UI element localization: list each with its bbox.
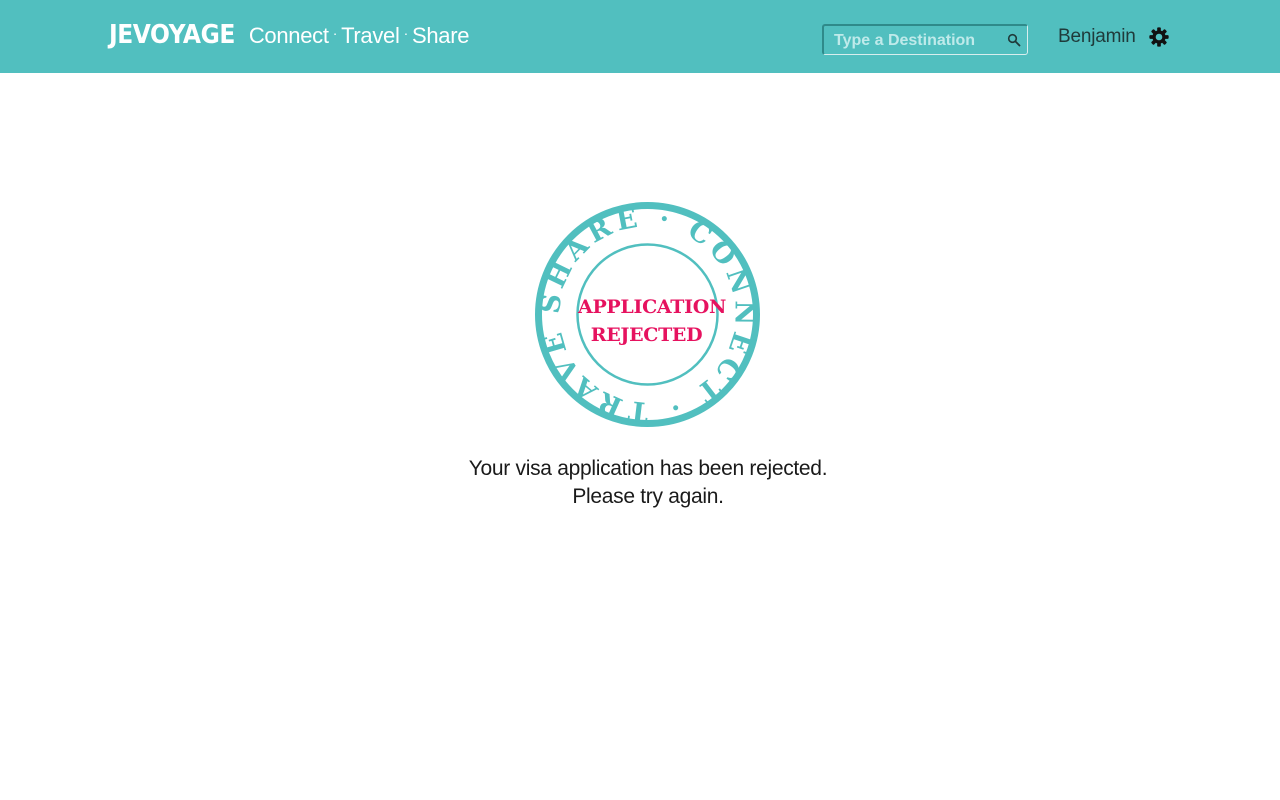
destination-search (822, 24, 1028, 55)
tagline-travel: Travel (341, 23, 400, 48)
destination-search-input[interactable] (834, 29, 1004, 53)
user-name[interactable]: Benjamin (1058, 26, 1136, 48)
stamp-label-line2: REJECTED (590, 324, 703, 346)
stamp-label-line1: APPLICATION (578, 296, 727, 318)
tagline-share: Share (411, 23, 470, 48)
tagline-connect: Connect (248, 23, 329, 48)
brand-tagline: Connect · Travel · Share (248, 23, 470, 49)
brand-logo[interactable]: JEVOYAGE (109, 20, 235, 50)
tagline-separator: · (332, 25, 338, 41)
rejection-message: Your visa application has been rejected.… (340, 455, 956, 511)
rejection-message-line1: Your visa application has been rejected. (468, 457, 828, 480)
top-navigation-bar: JEVOYAGE Connect·Travel·Share Benjamin (0, 0, 1280, 73)
search-icon[interactable] (1007, 33, 1021, 47)
stamp-label: APPLICATION REJECTED (578, 293, 727, 349)
gear-icon[interactable] (1148, 26, 1170, 48)
brand[interactable]: JEVOYAGE Connect · Travel · Share (109, 20, 469, 54)
tagline-separator: · (403, 25, 409, 41)
rejection-message-line2: Please try again. (572, 485, 724, 508)
